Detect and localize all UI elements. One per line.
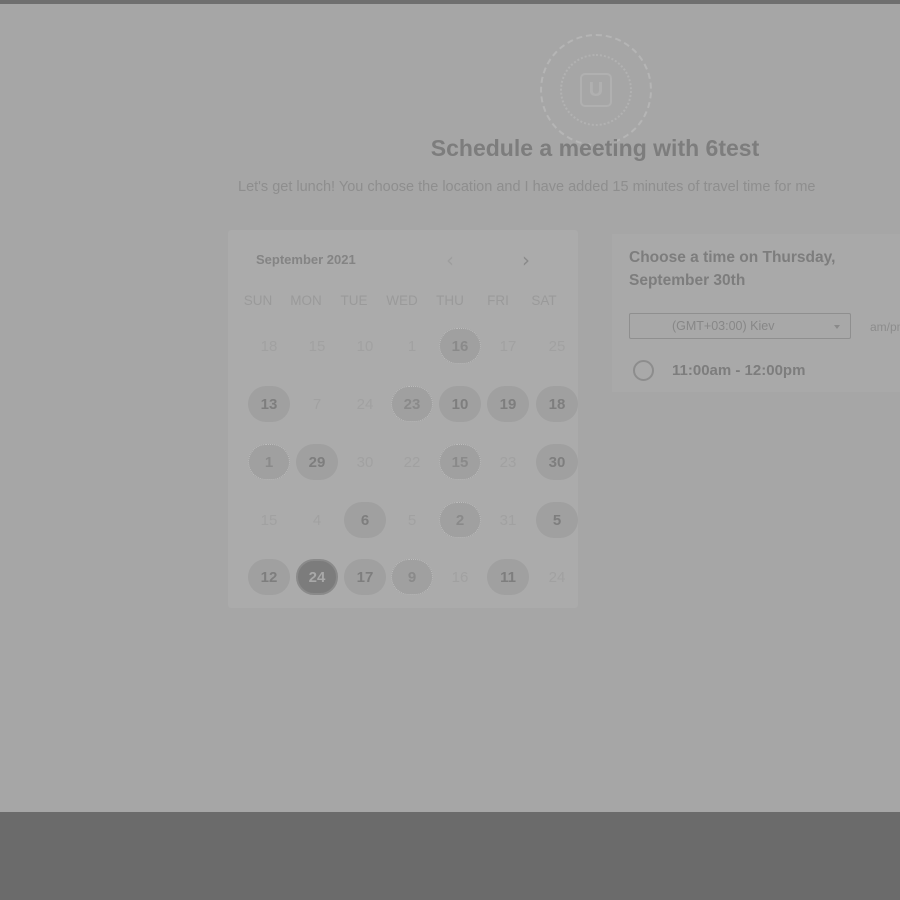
calendar-day[interactable]: 19: [487, 386, 529, 422]
calendar-day[interactable]: 12: [248, 559, 290, 595]
calendar-day: 25: [548, 337, 566, 355]
calendar-day[interactable]: 2: [439, 502, 481, 538]
weekday-label: FRI: [487, 293, 509, 308]
calendar-day: 1: [407, 337, 417, 355]
calendar-day[interactable]: 17: [344, 559, 386, 595]
company-logo: U: [540, 34, 652, 146]
calendar-day: 31: [499, 511, 517, 529]
calendar-day: 18: [260, 337, 278, 355]
calendar-day[interactable]: 6: [344, 502, 386, 538]
calendar-day[interactable]: 18: [536, 386, 578, 422]
calendar-day[interactable]: 9: [391, 559, 433, 595]
calendar-day[interactable]: 10: [439, 386, 481, 422]
weekday-label: THU: [436, 293, 464, 308]
time-format-toggle[interactable]: am/pm: [870, 320, 900, 334]
calendar-day[interactable]: 23: [391, 386, 433, 422]
timezone-value: (GMT+03:00) Kiev: [672, 319, 775, 333]
prev-month-icon[interactable]: ‹: [446, 248, 454, 272]
calendar-day: 7: [312, 395, 322, 413]
calendar-day: 30: [356, 453, 374, 471]
calendar-day[interactable]: 29: [296, 444, 338, 480]
caret-down-icon: [834, 325, 840, 329]
meeting-description: Let's get lunch! You choose the location…: [238, 179, 816, 195]
calendar-month-label: September 2021: [256, 252, 356, 267]
weekday-label: WED: [386, 293, 418, 308]
time-slot[interactable]: 11:00am - 12:00pm: [633, 358, 805, 382]
calendar-day: 10: [356, 337, 374, 355]
weekday-label: SUN: [243, 293, 273, 308]
calendar-day: 22: [403, 453, 421, 471]
calendar-day[interactable]: 11: [487, 559, 529, 595]
calendar-day[interactable]: 15: [439, 444, 481, 480]
weekday-label: MON: [290, 293, 322, 308]
page-title: Schedule a meeting with 6test: [430, 135, 760, 161]
next-month-icon[interactable]: ›: [522, 248, 530, 272]
calendar-card: September 2021 ‹ › SUN MON TUE WED THU F…: [228, 230, 578, 608]
calendar-day: 24: [356, 395, 374, 413]
calendar-day: 16: [451, 568, 469, 586]
calendar-day[interactable]: 16: [439, 328, 481, 364]
logo-letter: U: [580, 73, 612, 107]
calendar-day[interactable]: 13: [248, 386, 290, 422]
timezone-select[interactable]: (GMT+03:00) Kiev: [629, 313, 851, 339]
calendar-day: 17: [499, 337, 517, 355]
calendar-day: 4: [312, 511, 322, 529]
time-selection-panel: Choose a time on Thursday, September 30t…: [612, 234, 900, 392]
calendar-day: 15: [260, 511, 278, 529]
calendar-day: 15: [308, 337, 326, 355]
weekday-header: SUN MON TUE WED THU FRI SAT: [240, 293, 570, 311]
booking-page: U Schedule a meeting with 6test Let's ge…: [0, 4, 900, 812]
calendar-day[interactable]: 5: [536, 502, 578, 538]
calendar-day: 24: [548, 568, 566, 586]
calendar-day: 23: [499, 453, 517, 471]
calendar-day[interactable]: 30: [536, 444, 578, 480]
calendar-day-selected[interactable]: 24: [296, 559, 338, 595]
weekday-label: TUE: [340, 293, 368, 308]
calendar-day[interactable]: 1: [248, 444, 290, 480]
logo-ring: U: [560, 54, 632, 126]
calendar-day: 5: [407, 511, 417, 529]
weekday-label: SAT: [531, 293, 557, 308]
time-slot-label: 11:00am - 12:00pm: [672, 361, 806, 379]
slot-radio[interactable]: [633, 359, 654, 381]
time-panel-heading: Choose a time on Thursday, September 30t…: [629, 249, 836, 289]
